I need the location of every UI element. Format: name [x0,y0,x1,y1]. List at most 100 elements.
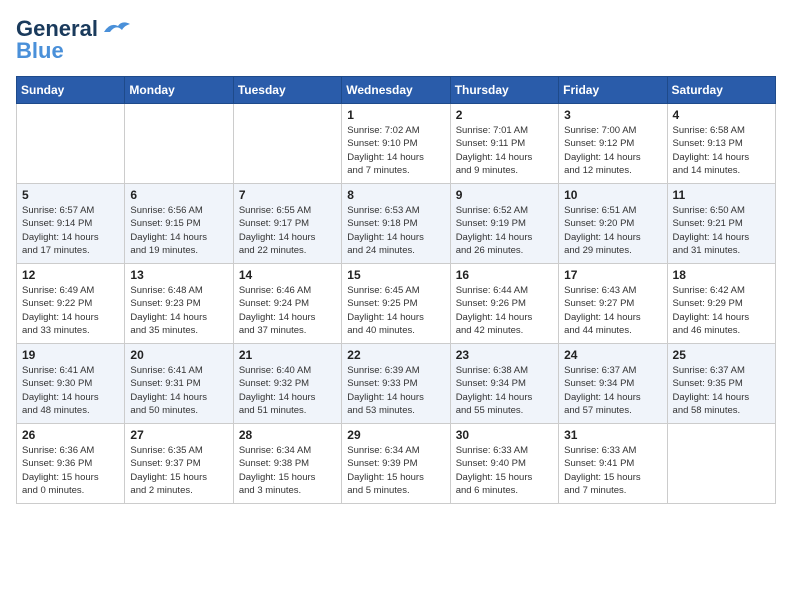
calendar-cell: 30 Sunrise: 6:33 AM Sunset: 9:40 PM Dayli… [450,424,558,504]
day-number: 14 [239,268,336,282]
weekday-header-sunday: Sunday [17,77,125,104]
day-number: 22 [347,348,444,362]
day-info: Sunrise: 6:44 AM Sunset: 9:26 PM Dayligh… [456,284,553,337]
calendar-cell: 24 Sunrise: 6:37 AM Sunset: 9:34 PM Dayli… [559,344,667,424]
day-info: Sunrise: 6:37 AM Sunset: 9:34 PM Dayligh… [564,364,661,417]
calendar-cell: 27 Sunrise: 6:35 AM Sunset: 9:37 PM Dayli… [125,424,233,504]
day-number: 28 [239,428,336,442]
calendar-cell: 4Sunrise: 6:58 AM Sunset: 9:13 PM Daylig… [667,104,775,184]
day-number: 26 [22,428,119,442]
day-number: 7 [239,188,336,202]
calendar-week-row: 5 Sunrise: 6:57 AM Sunset: 9:14 PM Daylig… [17,184,776,264]
calendar-cell: 15Sunrise: 6:45 AM Sunset: 9:25 PM Dayli… [342,264,450,344]
day-info: Sunrise: 6:39 AM Sunset: 9:33 PM Dayligh… [347,364,444,417]
calendar-cell: 16 Sunrise: 6:44 AM Sunset: 9:26 PM Dayli… [450,264,558,344]
calendar-cell: 23 Sunrise: 6:38 AM Sunset: 9:34 PM Dayli… [450,344,558,424]
day-info: Sunrise: 6:41 AM Sunset: 9:31 PM Dayligh… [130,364,227,417]
calendar-table: SundayMondayTuesdayWednesdayThursdayFrid… [16,76,776,504]
day-info: Sunrise: 7:01 AM Sunset: 9:11 PM Dayligh… [456,124,553,177]
calendar-cell: 14 Sunrise: 6:46 AM Sunset: 9:24 PM Dayli… [233,264,341,344]
day-info: Sunrise: 6:52 AM Sunset: 9:19 PM Dayligh… [456,204,553,257]
day-info: Sunrise: 6:51 AM Sunset: 9:20 PM Dayligh… [564,204,661,257]
weekday-header-wednesday: Wednesday [342,77,450,104]
weekday-header-monday: Monday [125,77,233,104]
day-info: Sunrise: 6:55 AM Sunset: 9:17 PM Dayligh… [239,204,336,257]
day-info: Sunrise: 6:43 AM Sunset: 9:27 PM Dayligh… [564,284,661,337]
day-info: Sunrise: 6:50 AM Sunset: 9:21 PM Dayligh… [673,204,770,257]
calendar-cell: 10 Sunrise: 6:51 AM Sunset: 9:20 PM Dayli… [559,184,667,264]
day-number: 4 [673,108,770,122]
logo-bird-icon [102,18,132,40]
calendar-cell [233,104,341,184]
day-number: 29 [347,428,444,442]
day-info: Sunrise: 6:33 AM Sunset: 9:40 PM Dayligh… [456,444,553,497]
calendar-week-row: 19Sunrise: 6:41 AM Sunset: 9:30 PM Dayli… [17,344,776,424]
day-number: 9 [456,188,553,202]
day-number: 20 [130,348,227,362]
calendar-cell: 21 Sunrise: 6:40 AM Sunset: 9:32 PM Dayli… [233,344,341,424]
calendar-cell: 9 Sunrise: 6:52 AM Sunset: 9:19 PM Daylig… [450,184,558,264]
day-number: 13 [130,268,227,282]
day-info: Sunrise: 6:35 AM Sunset: 9:37 PM Dayligh… [130,444,227,497]
calendar-cell: 6 Sunrise: 6:56 AM Sunset: 9:15 PM Daylig… [125,184,233,264]
calendar-cell: 1 Sunrise: 7:02 AM Sunset: 9:10 PM Daylig… [342,104,450,184]
weekday-header-row: SundayMondayTuesdayWednesdayThursdayFrid… [17,77,776,104]
day-info: Sunrise: 6:34 AM Sunset: 9:39 PM Dayligh… [347,444,444,497]
day-info: Sunrise: 6:37 AM Sunset: 9:35 PM Dayligh… [673,364,770,417]
day-number: 12 [22,268,119,282]
day-number: 24 [564,348,661,362]
logo-blue: Blue [16,38,64,64]
calendar-cell: 28Sunrise: 6:34 AM Sunset: 9:38 PM Dayli… [233,424,341,504]
calendar-cell: 29 Sunrise: 6:34 AM Sunset: 9:39 PM Dayli… [342,424,450,504]
day-info: Sunrise: 6:48 AM Sunset: 9:23 PM Dayligh… [130,284,227,337]
calendar-cell: 26 Sunrise: 6:36 AM Sunset: 9:36 PM Dayli… [17,424,125,504]
logo: General Blue [16,16,132,64]
weekday-header-saturday: Saturday [667,77,775,104]
day-info: Sunrise: 6:57 AM Sunset: 9:14 PM Dayligh… [22,204,119,257]
weekday-header-thursday: Thursday [450,77,558,104]
weekday-header-friday: Friday [559,77,667,104]
day-number: 3 [564,108,661,122]
day-number: 31 [564,428,661,442]
day-number: 25 [673,348,770,362]
day-info: Sunrise: 6:36 AM Sunset: 9:36 PM Dayligh… [22,444,119,497]
day-info: Sunrise: 6:41 AM Sunset: 9:30 PM Dayligh… [22,364,119,417]
day-number: 27 [130,428,227,442]
day-number: 21 [239,348,336,362]
day-number: 6 [130,188,227,202]
day-info: Sunrise: 6:40 AM Sunset: 9:32 PM Dayligh… [239,364,336,417]
page-header: General Blue [16,16,776,64]
calendar-cell: 22 Sunrise: 6:39 AM Sunset: 9:33 PM Dayli… [342,344,450,424]
calendar-cell: 20 Sunrise: 6:41 AM Sunset: 9:31 PM Dayli… [125,344,233,424]
day-info: Sunrise: 6:33 AM Sunset: 9:41 PM Dayligh… [564,444,661,497]
calendar-cell: 25 Sunrise: 6:37 AM Sunset: 9:35 PM Dayli… [667,344,775,424]
calendar-cell: 11 Sunrise: 6:50 AM Sunset: 9:21 PM Dayli… [667,184,775,264]
day-info: Sunrise: 7:00 AM Sunset: 9:12 PM Dayligh… [564,124,661,177]
day-info: Sunrise: 6:56 AM Sunset: 9:15 PM Dayligh… [130,204,227,257]
day-number: 10 [564,188,661,202]
day-number: 23 [456,348,553,362]
day-number: 11 [673,188,770,202]
calendar-cell [125,104,233,184]
day-info: Sunrise: 6:38 AM Sunset: 9:34 PM Dayligh… [456,364,553,417]
calendar-cell: 3 Sunrise: 7:00 AM Sunset: 9:12 PM Daylig… [559,104,667,184]
day-info: Sunrise: 6:49 AM Sunset: 9:22 PM Dayligh… [22,284,119,337]
day-info: Sunrise: 6:42 AM Sunset: 9:29 PM Dayligh… [673,284,770,337]
day-number: 16 [456,268,553,282]
calendar-week-row: 26 Sunrise: 6:36 AM Sunset: 9:36 PM Dayli… [17,424,776,504]
day-number: 1 [347,108,444,122]
calendar-cell: 12 Sunrise: 6:49 AM Sunset: 9:22 PM Dayli… [17,264,125,344]
day-number: 18 [673,268,770,282]
calendar-cell: 31 Sunrise: 6:33 AM Sunset: 9:41 PM Dayli… [559,424,667,504]
calendar-cell: 13 Sunrise: 6:48 AM Sunset: 9:23 PM Dayli… [125,264,233,344]
day-number: 30 [456,428,553,442]
calendar-cell: 7 Sunrise: 6:55 AM Sunset: 9:17 PM Daylig… [233,184,341,264]
calendar-week-row: 1 Sunrise: 7:02 AM Sunset: 9:10 PM Daylig… [17,104,776,184]
day-number: 2 [456,108,553,122]
day-info: Sunrise: 7:02 AM Sunset: 9:10 PM Dayligh… [347,124,444,177]
day-info: Sunrise: 6:46 AM Sunset: 9:24 PM Dayligh… [239,284,336,337]
day-number: 5 [22,188,119,202]
calendar-week-row: 12 Sunrise: 6:49 AM Sunset: 9:22 PM Dayli… [17,264,776,344]
weekday-header-tuesday: Tuesday [233,77,341,104]
calendar-cell [17,104,125,184]
